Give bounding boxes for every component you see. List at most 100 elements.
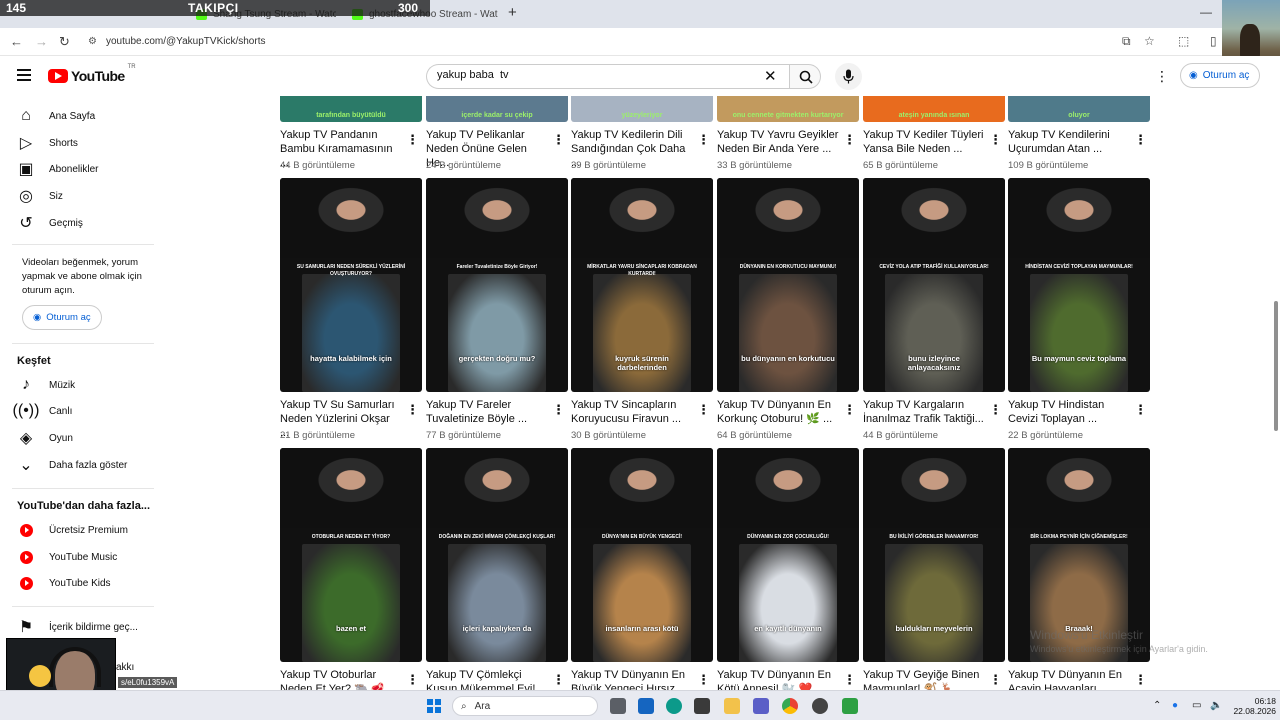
taskbar-search[interactable]: ⌕ Ara xyxy=(452,696,598,716)
more-actions-icon[interactable]: ⋮ xyxy=(697,402,710,418)
short-title[interactable]: Yakup TV Kendilerini Uçurumdan Atan ... xyxy=(1008,128,1130,156)
short-thumbnail[interactable]: DOĞANIN EN ZEKİ MİMARI ÇÖMLEKÇİ KUŞLAR! i… xyxy=(426,448,568,662)
more-actions-icon[interactable]: ⋮ xyxy=(1134,672,1147,688)
short-thumbnail[interactable]: SU SAMURLARI NEDEN SÜREKLİ YÜZLERİNİ OVU… xyxy=(280,178,422,392)
obs-icon[interactable] xyxy=(812,698,828,714)
short-thumbnail[interactable]: BU İKİLİYİ GÖRENLER İNANAMIYOR! bulduklar… xyxy=(863,448,1005,662)
youtube-logo[interactable]: YouTube TR xyxy=(48,64,136,84)
volume-icon[interactable]: 🔈 xyxy=(1210,700,1222,711)
windows-start-icon[interactable] xyxy=(427,699,441,713)
teams-icon[interactable] xyxy=(753,698,769,714)
short-card[interactable]: SU SAMURLARI NEDEN SÜREKLİ YÜZLERİNİ OVU… xyxy=(280,178,423,448)
search-button[interactable] xyxy=(789,64,821,89)
more-actions-icon[interactable]: ⋮ xyxy=(989,132,1002,148)
short-title[interactable]: Yakup TV Sincapların Koruyucusu Firavun … xyxy=(571,398,693,426)
app-icon[interactable] xyxy=(842,698,858,714)
short-thumbnail[interactable]: ateşin yanında ısınan xyxy=(863,96,1005,122)
short-card[interactable]: OTOBURLAR NEDEN ET YİYOR? bazen et Yakup T… xyxy=(280,448,423,696)
site-info-icon[interactable]: ⚙ xyxy=(88,36,97,47)
scrollbar[interactable] xyxy=(1272,96,1280,690)
short-title[interactable]: Yakup TV Dünyanın En Korkunç Otoburu! 🌿 … xyxy=(717,398,839,426)
file-explorer-icon[interactable] xyxy=(724,698,740,714)
short-card[interactable]: DÜNYANIN EN ZOR ÇOCUKLUĞU! en kayıtlı dün… xyxy=(717,448,860,696)
short-thumbnail[interactable]: onu cennete gitmekten kurtarıyor xyxy=(717,96,859,122)
more-actions-icon[interactable]: ⋮ xyxy=(1134,132,1147,148)
clear-search-icon[interactable]: ✕ xyxy=(764,67,777,85)
short-thumbnail[interactable]: OTOBURLAR NEDEN ET YİYOR? bazen et xyxy=(280,448,422,662)
signin-button[interactable]: ◉ Oturum aç xyxy=(1180,63,1261,88)
reload-icon[interactable]: ↻ xyxy=(59,34,70,50)
edge-icon[interactable] xyxy=(666,698,682,714)
sidebar-item-report[interactable]: ⚑ İçerik bildirme geç... xyxy=(0,615,160,639)
sidebar-item-live[interactable]: ((•)) Canlı xyxy=(0,399,160,423)
sidebar-item-premium[interactable]: Ücretsiz Premium xyxy=(0,518,160,542)
more-actions-icon[interactable]: ⋮ xyxy=(406,132,419,148)
short-card[interactable]: DOĞANIN EN ZEKİ MİMARI ÇÖMLEKÇİ KUŞLAR! i… xyxy=(426,448,569,696)
short-thumbnail[interactable]: DÜNYANIN EN KORKUTUCU MAYMUNU! bu dünyanı… xyxy=(717,178,859,392)
short-card[interactable]: oluyor Yakup TV Kendilerini Uçurumdan Ata… xyxy=(1008,96,1151,171)
short-thumbnail[interactable]: CEVİZ YOLA ATIP TRAFİĞİ KULLANIYORLAR! bu… xyxy=(863,178,1005,392)
short-card[interactable]: tarafından büyütüldü Yakup TV Pandanın Ba… xyxy=(280,96,423,171)
more-actions-icon[interactable]: ⋮ xyxy=(552,132,565,148)
short-title[interactable]: Yakup TV Yavru Geyikler Neden Bir Anda Y… xyxy=(717,128,839,156)
search-input[interactable] xyxy=(437,69,757,81)
more-actions-icon[interactable]: ⋮ xyxy=(989,402,1002,418)
task-view-icon[interactable] xyxy=(610,698,626,714)
short-card[interactable]: DÜNYA'NIN EN BÜYÜK YENGECİ! insanların ar… xyxy=(571,448,714,696)
sidebar-item-gaming[interactable]: ◈ Oyun xyxy=(0,426,160,450)
more-actions-icon[interactable]: ⋮ xyxy=(989,672,1002,688)
taskbar-clock[interactable]: 06:18 22.08.2026 xyxy=(1226,696,1276,716)
short-card[interactable]: BİR LOKMA PEYNİR İÇİN ÇİĞNEMİŞLER! Braaak… xyxy=(1008,448,1151,696)
sidebar-item-music[interactable]: ♪ Müzik xyxy=(0,373,160,397)
short-title[interactable]: Yakup TV Hindistan Cevizi Toplayan ... xyxy=(1008,398,1130,426)
install-app-icon[interactable]: ⧉ xyxy=(1122,34,1131,49)
chrome-icon[interactable] xyxy=(782,698,798,714)
tray-chevron-icon[interactable]: ⌃ xyxy=(1153,700,1161,711)
sidebar-item-shorts[interactable]: ▷ Shorts xyxy=(0,131,160,155)
short-thumbnail[interactable]: MİRKATLAR YAVRU SİNCAPLARI KOBRADAN KURT… xyxy=(571,178,713,392)
extensions-icon[interactable]: ⬚ xyxy=(1178,34,1189,48)
url-field[interactable]: youtube.com/@YakupTVKick/shorts xyxy=(106,36,265,47)
sidebar-signin-button[interactable]: ◉ Oturum aç xyxy=(22,305,102,330)
short-card[interactable]: içerde kadar su çekip Yakup TV Pelikanlar… xyxy=(426,96,569,171)
short-thumbnail[interactable]: DÜNYANIN EN ZOR ÇOCUKLUĞU! en kayıtlı dün… xyxy=(717,448,859,662)
sidebar-item-show-more[interactable]: ⌄ Daha fazla göster xyxy=(0,453,160,477)
short-title[interactable]: Yakup TV Kediler Tüyleri Yansa Bile Nede… xyxy=(863,128,985,156)
network-icon[interactable]: ▭ xyxy=(1192,700,1201,711)
menu-icon[interactable] xyxy=(17,69,31,81)
bookmark-star-icon[interactable]: ☆ xyxy=(1144,34,1155,48)
short-thumbnail[interactable]: DÜNYA'NIN EN BÜYÜK YENGECİ! insanların ar… xyxy=(571,448,713,662)
short-card[interactable]: MİRKATLAR YAVRU SİNCAPLARI KOBRADAN KURT… xyxy=(571,178,714,448)
short-title[interactable]: Yakup TV Fareler Tuvaletinize Böyle ... xyxy=(426,398,548,426)
sidebar-item-history[interactable]: ↺ Geçmiş xyxy=(0,211,160,235)
sidebar-item-you[interactable]: ◎ Siz xyxy=(0,184,160,208)
scrollbar-thumb[interactable] xyxy=(1274,301,1278,431)
more-actions-icon[interactable]: ⋮ xyxy=(843,402,856,418)
short-card[interactable]: onu cennete gitmekten kurtarıyor Yakup TV… xyxy=(717,96,860,171)
sidebar-item-music-app[interactable]: YouTube Music xyxy=(0,545,160,569)
more-actions-icon[interactable]: ⋮ xyxy=(697,672,710,688)
voice-search-button[interactable] xyxy=(835,63,862,90)
short-thumbnail[interactable]: oluyor xyxy=(1008,96,1150,122)
sidebar-item-home[interactable]: ⌂ Ana Sayfa xyxy=(0,104,160,128)
short-thumbnail[interactable]: Fareler Tuvaletinize Böyle Giriyor! gerçe… xyxy=(426,178,568,392)
more-actions-icon[interactable]: ⋮ xyxy=(552,672,565,688)
short-card[interactable]: HİNDİSTAN CEVİZİ TOPLAYAN MAYMUNLAR! Bu m… xyxy=(1008,178,1151,448)
more-actions-icon[interactable]: ⋮ xyxy=(552,402,565,418)
short-title[interactable]: Yakup TV Kargaların İnanılmaz Trafik Tak… xyxy=(863,398,985,426)
back-icon[interactable]: ← xyxy=(10,34,23,49)
store-icon[interactable] xyxy=(694,698,710,714)
minimize-icon[interactable]: — xyxy=(1200,5,1212,19)
new-tab-button[interactable]: + xyxy=(508,4,517,21)
outlook-icon[interactable] xyxy=(638,698,654,714)
short-card[interactable]: yüzeyleriyor Yakup TV Kedilerin Dili Sand… xyxy=(571,96,714,171)
short-thumbnail[interactable]: yüzeyleriyor xyxy=(571,96,713,122)
short-card[interactable]: DÜNYANIN EN KORKUTUCU MAYMUNU! bu dünyanı… xyxy=(717,178,860,448)
forward-icon[interactable]: → xyxy=(35,34,48,49)
mic-tray-icon[interactable]: ● xyxy=(1172,700,1178,711)
more-actions-icon[interactable]: ⋮ xyxy=(697,132,710,148)
short-card[interactable]: CEVİZ YOLA ATIP TRAFİĞİ KULLANIYORLAR! bu… xyxy=(863,178,1006,448)
sidepanel-icon[interactable]: ▯ xyxy=(1210,34,1217,48)
short-thumbnail[interactable]: tarafından büyütüldü xyxy=(280,96,422,122)
short-thumbnail[interactable]: HİNDİSTAN CEVİZİ TOPLAYAN MAYMUNLAR! Bu m… xyxy=(1008,178,1150,392)
